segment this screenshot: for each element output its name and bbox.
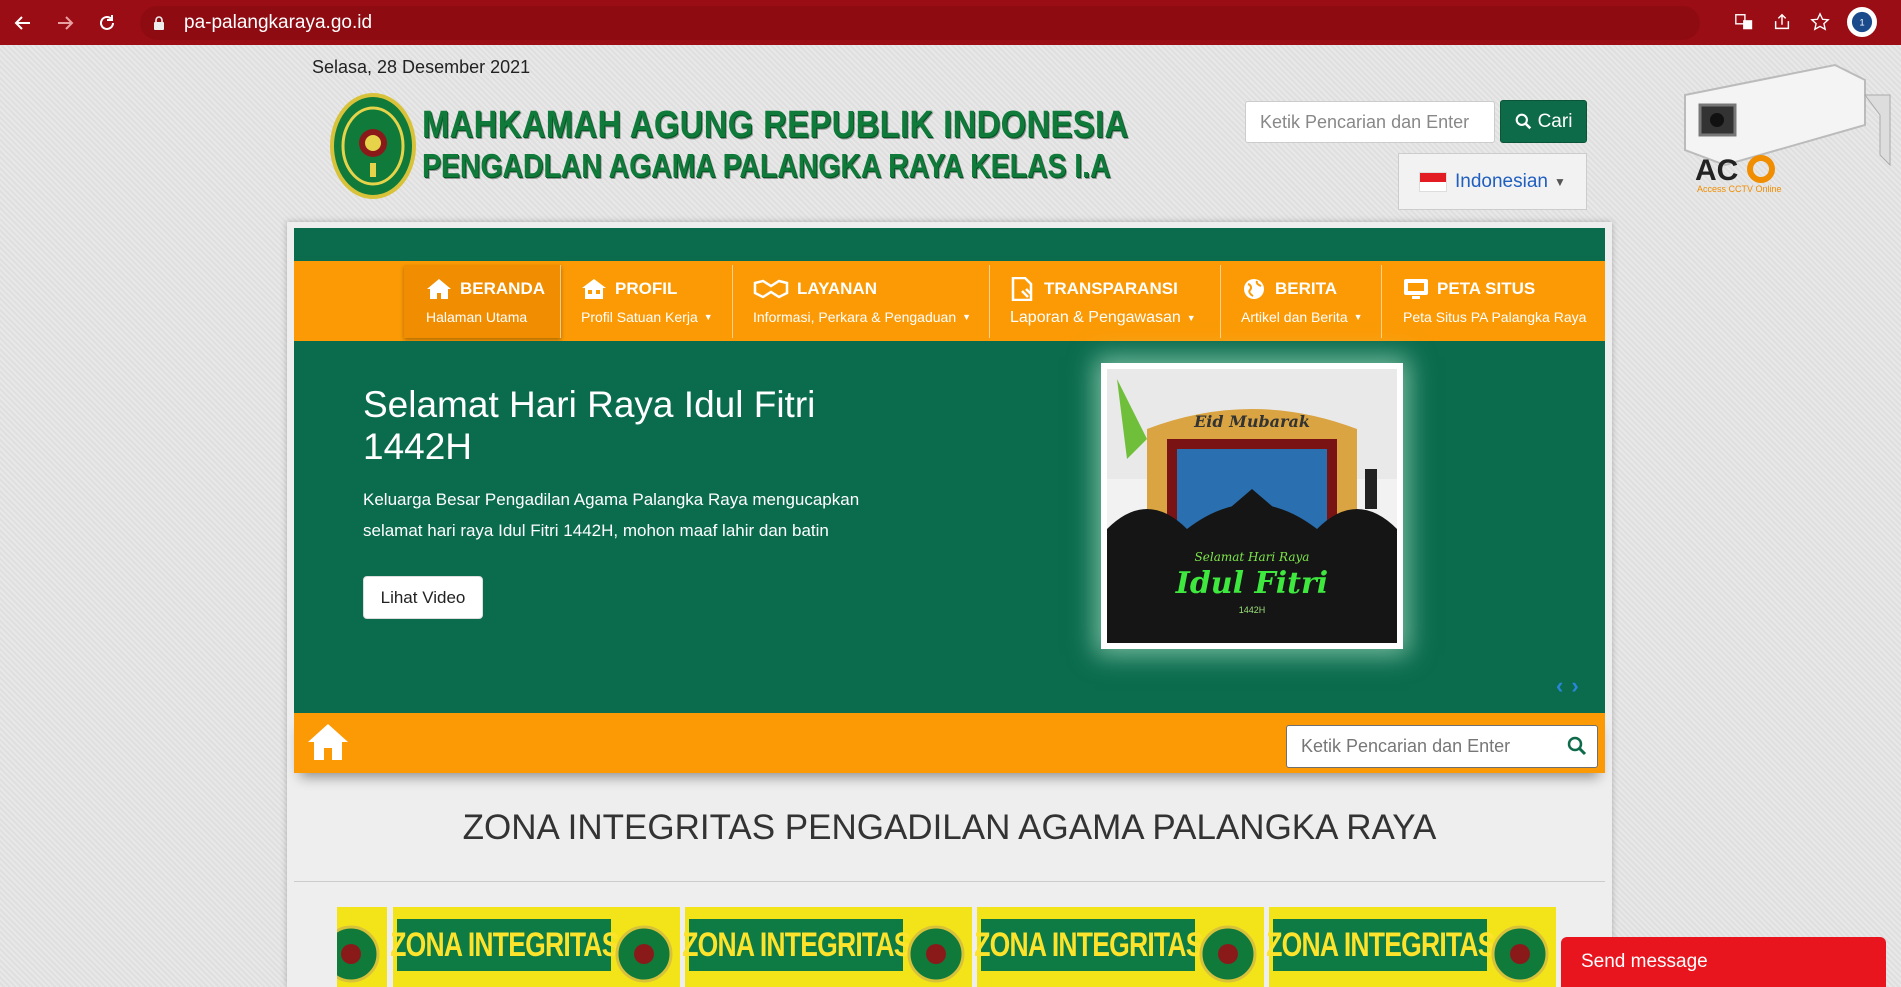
zona-banner-carousel: ZONA INTEGRITAS ZONA INTEGRITAS ZONA INT… — [337, 907, 1567, 987]
zona-banner[interactable]: ZONA INTEGRITAS — [1265, 907, 1556, 987]
image-main-text: Idul Fitri — [1175, 566, 1328, 601]
reload-icon — [100, 14, 114, 30]
svg-text:1: 1 — [1859, 18, 1864, 28]
reload-button[interactable] — [88, 5, 126, 41]
cctv-brand-text: AC — [1695, 154, 1738, 187]
menu-title: BERANDA — [460, 279, 545, 298]
menu-title: PROFIL — [615, 279, 678, 298]
image-greeting-text: Selamat Hari Raya — [1195, 550, 1310, 564]
menu-item-layanan[interactable]: LAYANAN Informasi, Perkara & Pengaduan ▼ — [733, 265, 990, 338]
seal-icon — [1199, 925, 1257, 983]
indonesia-flag-icon — [1419, 171, 1447, 192]
section-divider — [294, 881, 1605, 882]
menu-item-beranda[interactable]: BERANDA Halaman Utama — [404, 265, 561, 338]
chevron-right-icon[interactable]: › — [1571, 673, 1578, 699]
share-icon — [1774, 13, 1790, 30]
seal-icon — [1491, 925, 1549, 983]
handshake-icon — [753, 279, 789, 299]
chevron-left-icon[interactable]: ‹ — [1556, 673, 1563, 699]
home-icon[interactable] — [307, 722, 349, 762]
eid-greeting-image: Selamat Hari Raya Idul Fitri 1442H Eid M… — [1107, 369, 1397, 643]
banner-label: ZONA INTEGRITAS — [1265, 925, 1495, 964]
menu-subtitle: Laporan & Pengawasan — [1010, 309, 1181, 326]
forward-button[interactable] — [46, 5, 84, 41]
caret-down-icon: ▼ — [1553, 174, 1566, 189]
bookmark-button[interactable] — [1809, 11, 1831, 33]
address-bar[interactable]: pa-palangkaraya.go.id — [140, 5, 1700, 40]
zona-banner[interactable] — [337, 907, 387, 987]
caret-down-icon: ▼ — [962, 312, 972, 322]
menu-subtitle: Halaman Utama — [426, 309, 528, 325]
language-selector[interactable]: Indonesian ▼ — [1398, 153, 1587, 210]
menu-item-profil[interactable]: PROFIL Profil Satuan Kerja ▼ — [561, 265, 733, 338]
caret-down-icon: ▼ — [703, 312, 713, 322]
building-icon — [582, 279, 606, 299]
menu-subtitle: Artikel dan Berita — [1241, 309, 1348, 325]
menu-item-berita[interactable]: BERITA Artikel dan Berita ▼ — [1221, 265, 1382, 338]
globe-icon — [1244, 279, 1264, 299]
avatar-icon: 1 — [1851, 11, 1873, 33]
menu-title: PETA SITUS — [1437, 279, 1536, 298]
menu-title: TRANSPARANSI — [1044, 279, 1178, 298]
translate-icon — [1735, 14, 1753, 30]
menu-title: BERITA — [1275, 279, 1338, 298]
zona-integritas-heading: ZONA INTEGRITAS PENGADILAN AGAMA PALANGK… — [462, 808, 1437, 847]
site-title: MAHKAMAH AGUNG REPUBLIK INDONESIA — [422, 104, 1129, 146]
menu-subtitle: Profil Satuan Kerja — [581, 309, 698, 325]
menu-title: LAYANAN — [797, 279, 877, 298]
send-message-button[interactable]: Send message — [1561, 937, 1886, 987]
star-icon — [1810, 12, 1830, 31]
seal-icon — [337, 925, 380, 983]
profile-avatar[interactable]: 1 — [1847, 7, 1877, 37]
watch-video-button[interactable]: Lihat Video — [363, 576, 483, 619]
zona-banner[interactable]: ZONA INTEGRITAS — [389, 907, 680, 987]
current-date: Selasa, 28 Desember 2021 — [312, 57, 531, 77]
search-button-label: Cari — [1537, 110, 1573, 132]
hero-image[interactable]: Selamat Hari Raya Idul Fitri 1442H Eid M… — [1101, 363, 1403, 649]
banner-label: ZONA INTEGRITAS — [973, 925, 1203, 964]
bottom-search-placeholder: Ketik Pencarian dan Enter — [1301, 736, 1511, 756]
seal-icon — [907, 925, 965, 983]
search-icon — [1515, 113, 1531, 130]
lock-icon — [154, 15, 164, 30]
menu-subtitle: Peta Situs PA Palangka Raya — [1403, 309, 1587, 325]
share-button[interactable] — [1771, 11, 1793, 33]
carousel-controls: ‹ › — [1556, 673, 1579, 699]
caret-down-icon: ▼ — [1353, 312, 1363, 322]
banner-label: ZONA INTEGRITAS — [389, 925, 619, 964]
language-label: Indonesian — [1455, 170, 1548, 192]
url-text: pa-palangkaraya.go.id — [184, 11, 373, 33]
court-logo — [330, 93, 416, 199]
monitor-icon — [1404, 279, 1428, 299]
search-icon[interactable] — [1567, 736, 1587, 756]
image-year-text: 1442H — [1239, 605, 1266, 615]
arrow-right-icon — [58, 15, 74, 30]
cctv-link[interactable]: AC Access CCTV Online — [1665, 55, 1895, 205]
site-subtitle: PENGADLAN AGAMA PALANGKA RAYA KELAS I.A — [422, 147, 1111, 184]
menu-item-peta-situs[interactable]: PETA SITUS Peta Situs PA Palangka Raya — [1382, 265, 1605, 338]
zona-banner[interactable]: ZONA INTEGRITAS — [681, 907, 972, 987]
home-icon — [427, 279, 451, 299]
document-icon — [1011, 277, 1033, 301]
menu-subtitle: Informasi, Perkara & Pengaduan — [753, 309, 957, 325]
header-search-input[interactable]: Ketik Pencarian dan Enter — [1245, 101, 1495, 143]
hero-title: Selamat Hari Raya Idul Fitri 1442H — [363, 384, 816, 467]
image-eid-text: Eid Mubarak — [1193, 412, 1310, 431]
menu-item-transparansi[interactable]: TRANSPARANSI Laporan & Pengawasan ▼ — [990, 265, 1221, 338]
top-strip — [294, 228, 1605, 261]
hero-description: Keluarga Besar Pengadilan Agama Palangka… — [363, 490, 860, 540]
banner-label: ZONA INTEGRITAS — [681, 925, 911, 964]
cctv-caption: Access CCTV Online — [1697, 184, 1782, 194]
browser-toolbar: pa-palangkaraya.go.id 1 — [0, 0, 1901, 45]
header-search-button[interactable]: Cari — [1500, 100, 1587, 143]
caret-down-icon: ▼ — [1186, 313, 1196, 323]
arrow-left-icon — [14, 15, 30, 30]
seal-icon — [615, 925, 673, 983]
back-button[interactable] — [4, 5, 42, 41]
bottom-search-input[interactable]: Ketik Pencarian dan Enter — [1286, 725, 1598, 768]
translate-button[interactable] — [1733, 11, 1755, 33]
zona-banner[interactable]: ZONA INTEGRITAS — [973, 907, 1264, 987]
